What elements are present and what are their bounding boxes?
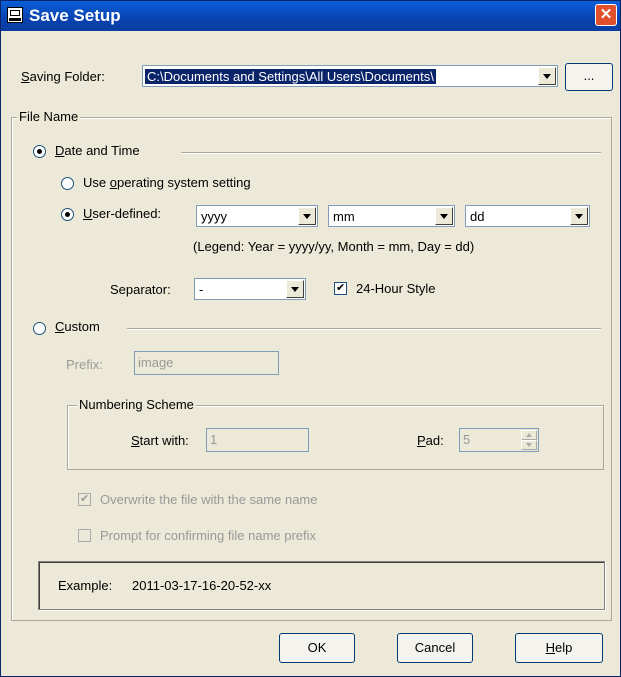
date-time-divider [181, 152, 601, 154]
date-time-radio[interactable] [33, 145, 46, 158]
prompt-checkbox[interactable] [78, 529, 91, 542]
prefix-label: Prefix: [66, 357, 103, 372]
month-format-value: mm [333, 209, 355, 224]
overwrite-checkbox[interactable] [78, 492, 91, 506]
chevron-down-icon[interactable] [286, 280, 304, 298]
user-defined-radio[interactable] [61, 208, 74, 221]
title-bar[interactable]: Save Setup ✕ [1, 1, 620, 31]
spin-up-icon[interactable] [521, 430, 537, 440]
saving-folder-value: C:\Documents and Settings\All Users\Docu… [145, 69, 436, 84]
pad-value: 5 [463, 432, 471, 447]
prefix-placeholder: image [138, 355, 174, 370]
separator-combo[interactable]: - [194, 278, 306, 300]
numbering-scheme-label: Numbering Scheme [77, 397, 196, 412]
separator-value: - [199, 282, 204, 297]
save-setup-dialog: Save Setup ✕ Saving Folder: C:\Documents… [0, 0, 621, 677]
spin-down-icon[interactable] [521, 440, 537, 450]
month-format-combo[interactable]: mm [328, 205, 455, 227]
overwrite-label: Overwrite the file with the same name [100, 492, 318, 507]
use-os-setting-radio[interactable] [61, 177, 74, 190]
custom-label: Custom [55, 319, 100, 334]
start-with-input[interactable]: 1 [206, 428, 309, 452]
browse-button[interactable]: ... [565, 63, 613, 91]
chevron-down-icon[interactable] [570, 207, 588, 225]
format-legend: (Legend: Year = yyyy/yy, Month = mm, Day… [193, 239, 475, 254]
chevron-down-icon[interactable] [298, 207, 316, 225]
year-format-combo[interactable]: yyyy [196, 205, 318, 227]
cancel-button[interactable]: Cancel [397, 633, 473, 663]
day-format-combo[interactable]: dd [465, 205, 590, 227]
prefix-input[interactable]: image [134, 351, 279, 375]
example-box [38, 561, 605, 610]
pad-spinner[interactable] [521, 430, 537, 450]
saving-folder-combo[interactable]: C:\Documents and Settings\All Users\Docu… [142, 65, 558, 87]
pad-label: Pad: [417, 433, 444, 448]
separator-label: Separator: [110, 282, 171, 297]
use-os-setting-label: Use operating system setting [83, 175, 251, 190]
help-button[interactable]: Help [515, 633, 603, 663]
app-window-icon [7, 7, 23, 23]
close-icon: ✕ [599, 6, 613, 23]
year-format-value: yyyy [201, 209, 227, 224]
user-defined-label: User-defined: [83, 206, 162, 221]
dialog-title: Save Setup [29, 6, 121, 25]
ok-button[interactable]: OK [279, 633, 355, 663]
hour24-label: 24-Hour Style [356, 281, 436, 296]
prompt-label: Prompt for confirming file name prefix [100, 528, 317, 543]
chevron-down-icon[interactable] [435, 207, 453, 225]
saving-folder-label: Saving Folder: [21, 69, 105, 84]
custom-radio[interactable] [33, 322, 46, 335]
close-button[interactable]: ✕ [595, 4, 617, 26]
start-with-value: 1 [210, 432, 218, 447]
day-format-value: dd [470, 209, 485, 224]
chevron-down-icon[interactable] [538, 67, 556, 85]
date-time-label: Date and Time [55, 143, 140, 158]
pad-input[interactable]: 5 [459, 428, 539, 452]
hour24-checkbox[interactable] [334, 281, 347, 295]
file-name-group-label: File Name [17, 109, 81, 124]
custom-divider [127, 328, 601, 330]
example-value: 2011-03-17-16-20-52-xx [132, 578, 272, 593]
start-with-label: Start with: [131, 433, 189, 448]
example-label: Example: [58, 578, 113, 593]
